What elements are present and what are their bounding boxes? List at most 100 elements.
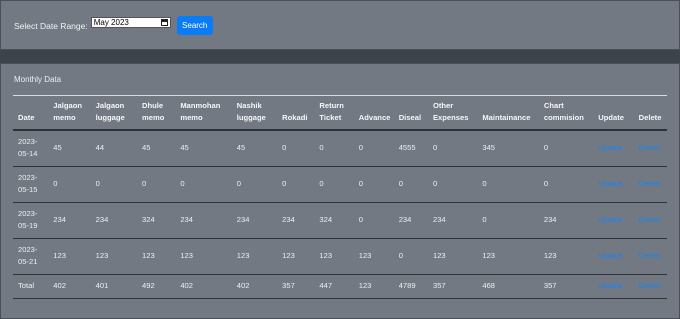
value-cell: 45: [180, 143, 189, 153]
value-cell: 357: [282, 281, 295, 290]
value-cell: 0: [482, 215, 487, 224]
section-title: Monthly Data: [14, 75, 62, 84]
value-cell: 123: [482, 251, 496, 260]
value-cell: 0: [358, 179, 363, 188]
column-header: Jalgaon luggage: [95, 101, 125, 122]
search-button[interactable]: Search: [176, 16, 213, 35]
value-cell: 123: [358, 251, 372, 260]
value-cell: 0: [358, 215, 363, 224]
value-cell: 0: [95, 179, 100, 188]
value-cell: 234: [180, 215, 193, 224]
column-header: Jalgaon memo: [53, 101, 82, 122]
column-header: Manmohan memo: [180, 101, 221, 122]
delete-link[interactable]: Delete: [634, 166, 667, 202]
value-cell: 45: [53, 143, 62, 153]
monthly-data-panel: Monthly Data Date Jalgaon memo Jalgaon lug…: [0, 63, 680, 319]
update-link[interactable]: Update: [593, 130, 633, 166]
value-cell: 123: [358, 281, 372, 290]
column-header: Maintainance: [482, 113, 531, 122]
table-row: 2023-05-15 0 0 0 0 0 0 0 0 0 0 0 0 Update Delete: [13, 166, 667, 202]
value-cell: 123: [53, 251, 66, 260]
delete-link[interactable]: Delete: [634, 274, 667, 298]
column-header: Advance: [358, 113, 391, 122]
delete-link[interactable]: Delete: [634, 238, 667, 274]
value-cell: 45: [236, 143, 246, 153]
column-header: Rokadi: [282, 113, 308, 122]
update-link[interactable]: Update: [593, 166, 633, 202]
value-cell: 123: [319, 251, 333, 260]
value-cell: 402: [53, 281, 66, 290]
value-cell: 0: [282, 179, 287, 188]
value-cell: 492: [142, 281, 155, 290]
value-cell: 234: [432, 215, 446, 224]
table-row: 2023-05-21 123 123 123 123 123 123 123 123 0 123 12…: [13, 238, 667, 274]
value-cell: 234: [236, 215, 250, 224]
value-cell: 123: [142, 251, 155, 260]
update-link[interactable]: Update: [593, 202, 633, 238]
value-cell: 324: [142, 215, 155, 224]
value-cell: 234: [53, 215, 66, 224]
value-cell: 123: [282, 251, 295, 260]
monthly-data-table: Date Jalgaon memo Jalgaon luggage Dhule mem…: [13, 95, 667, 299]
date-filter-row: Select Date Range: May 2023 Search: [14, 16, 213, 35]
value-cell: 123: [432, 251, 446, 260]
delete-link[interactable]: Delete: [634, 130, 667, 166]
column-header: Nashik luggage: [236, 101, 266, 122]
value-cell: 234: [282, 215, 295, 224]
value-cell: 357: [543, 281, 557, 290]
update-link[interactable]: Update: [593, 238, 633, 274]
date-cell: 2023-05-14: [18, 137, 38, 159]
table-header: Date Jalgaon memo Jalgaon luggage Dhule mem…: [13, 95, 667, 130]
column-header: Chart commision: [543, 101, 584, 122]
date-range-label: Select Date Range:: [14, 20, 88, 31]
header-row: Date Jalgaon memo Jalgaon luggage Dhule mem…: [13, 95, 667, 130]
value-cell: 0: [142, 179, 147, 188]
value-cell: 234: [95, 215, 109, 224]
value-cell: 0: [398, 251, 403, 260]
value-cell: 0: [180, 179, 185, 188]
value-cell: 0: [482, 179, 487, 188]
column-header: Date: [18, 113, 35, 122]
table-row: 2023-05-19 234 234 324 234 234 234 324 0 234 234 0 2…: [13, 202, 667, 238]
value-cell: 4789: [398, 281, 416, 290]
value-cell: 234: [543, 215, 557, 224]
value-cell: 234: [398, 215, 412, 224]
value-cell: 401: [95, 281, 109, 290]
value-cell: 324: [319, 215, 333, 224]
value-cell: 402: [236, 281, 250, 290]
value-cell: 357: [432, 281, 446, 290]
value-cell: 0: [282, 143, 287, 153]
date-cell: 2023-05-19: [18, 209, 38, 230]
delete-link[interactable]: Delete: [634, 202, 667, 238]
value-cell: 123: [236, 251, 250, 260]
month-input[interactable]: May 2023: [90, 17, 171, 28]
table-row: 2023-05-14 45 44 45 45 45 0 0 0 4555 0 345 0 Update De…: [13, 130, 667, 166]
column-header: Dhule memo: [142, 101, 165, 122]
column-header: Return Ticket: [319, 101, 344, 122]
date-cell: 2023-05-21: [18, 245, 38, 266]
value-cell: 45: [142, 143, 151, 153]
month-input-value: May 2023: [93, 18, 129, 27]
column-header: Diseal: [398, 113, 422, 122]
column-header: Other Expenses: [432, 101, 469, 122]
filter-panel: Select Date Range: May 2023 Search: [0, 0, 680, 50]
value-cell: 123: [180, 251, 193, 260]
total-row: Total 402 401 492 402 402 357 447 123 4789 357 468 3…: [13, 274, 667, 298]
column-header: Delete: [638, 113, 662, 122]
calendar-icon[interactable]: [160, 19, 168, 26]
value-cell: 468: [482, 281, 496, 290]
value-cell: 4555: [398, 143, 416, 153]
value-cell: 0: [543, 143, 549, 153]
value-cell: 44: [95, 143, 105, 153]
table-body: 2023-05-14 45 44 45 45 45 0 0 0 4555 0 345 0 Update De…: [13, 130, 667, 298]
value-cell: 402: [180, 281, 193, 290]
value-cell: 123: [543, 251, 557, 260]
value-cell: 0: [236, 179, 241, 188]
value-cell: 0: [53, 179, 58, 188]
date-cell: Total: [18, 281, 35, 290]
update-link[interactable]: Update: [593, 274, 633, 298]
value-cell: 0: [398, 179, 403, 188]
value-cell: 447: [319, 281, 333, 290]
value-cell: 123: [95, 251, 109, 260]
value-cell: 345: [482, 143, 496, 153]
